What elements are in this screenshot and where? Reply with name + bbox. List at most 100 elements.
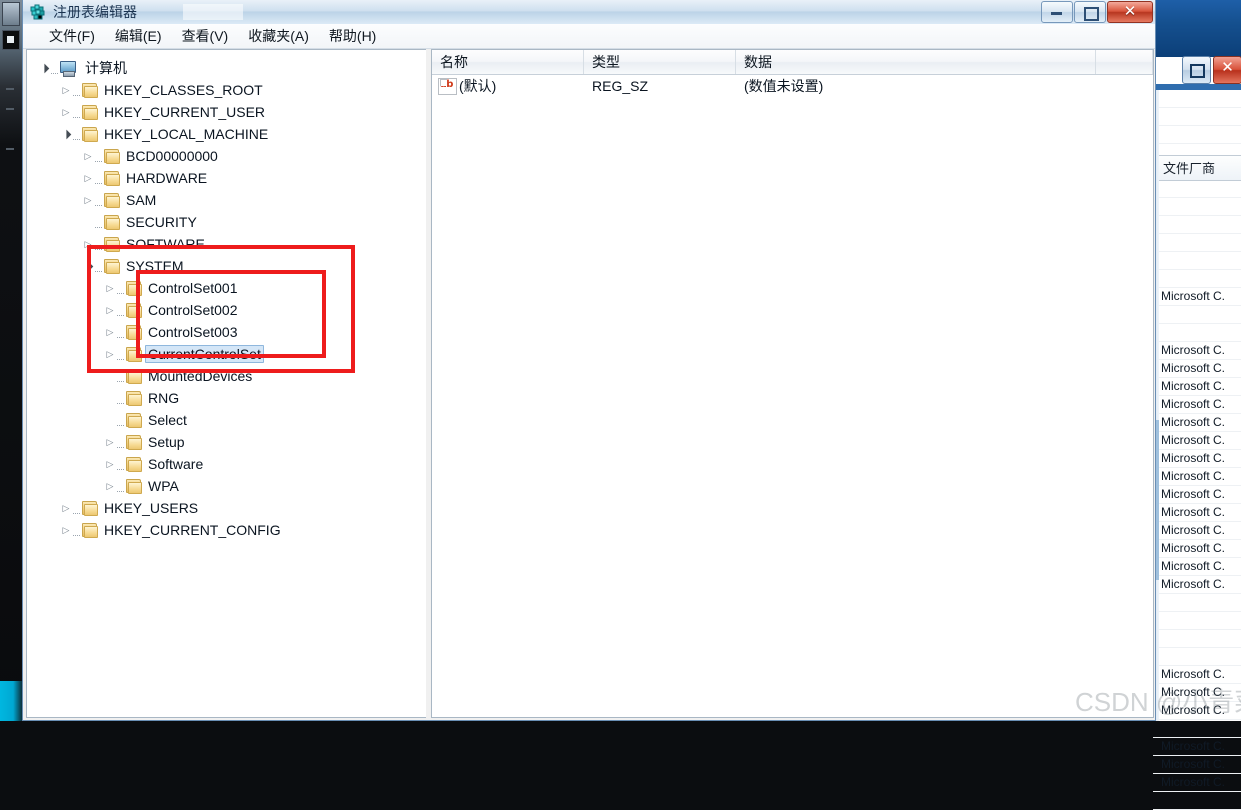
background-window-row[interactable]: Microsoft C. xyxy=(1153,450,1241,468)
menu-favorites[interactable]: 收藏夹(A) xyxy=(238,24,319,48)
tree-item-mounteddevices[interactable]: MountedDevices xyxy=(27,364,426,386)
background-window[interactable]: ✕ Microsoft C. Microsoft C. Microsoft C. M… xyxy=(1152,0,1241,810)
background-window-row[interactable] xyxy=(1153,720,1241,738)
background-window-row[interactable] xyxy=(1153,216,1241,234)
registry-tree-pane[interactable]: ◢ 计算机 ▷ HKEY_CLASSES_ROOT ▷ HKEY_CURRENT_USER… xyxy=(26,49,426,718)
listview-column-header-4[interactable] xyxy=(1096,50,1153,74)
tree-item-security[interactable]: SECURITY xyxy=(27,210,426,232)
background-window-row[interactable] xyxy=(1153,270,1241,288)
background-window-row[interactable]: Microsoft C. xyxy=(1153,522,1241,540)
tree-item-controlset002[interactable]: ▷ ControlSet002 xyxy=(27,298,426,320)
background-window-row[interactable] xyxy=(1153,108,1241,126)
menu-help[interactable]: 帮助(H) xyxy=(319,24,386,48)
background-window-row[interactable]: Microsoft C. xyxy=(1153,288,1241,306)
background-window-row[interactable]: Microsoft C. xyxy=(1153,738,1241,756)
expander-closed-icon[interactable]: ▷ xyxy=(103,321,117,343)
background-window-row[interactable]: Microsoft C. xyxy=(1153,414,1241,432)
expander-closed-icon[interactable]: ▷ xyxy=(103,343,117,365)
caption-buttons[interactable]: ✕ xyxy=(1040,1,1153,23)
background-window-close-button[interactable]: ✕ xyxy=(1213,56,1241,84)
background-window-row[interactable] xyxy=(1153,180,1241,198)
menubar[interactable]: 文件(F) 编辑(E) 查看(V) 收藏夹(A) 帮助(H) xyxy=(23,24,1155,49)
menu-file[interactable]: 文件(F) xyxy=(39,24,105,48)
tree-item-hkey-current-user[interactable]: ▷ HKEY_CURRENT_USER xyxy=(27,100,426,122)
background-window-row[interactable]: Microsoft C. xyxy=(1153,396,1241,414)
listview-column-header-2[interactable]: 类型 xyxy=(584,50,736,74)
expander-closed-icon[interactable]: ▷ xyxy=(59,497,73,519)
tree-item-hkey-local-machine[interactable]: ◢ HKEY_LOCAL_MACHINE xyxy=(27,122,426,144)
maximize-button[interactable] xyxy=(1074,1,1106,23)
tree-item-hkey-users[interactable]: ▷ HKEY_USERS xyxy=(27,496,426,518)
listview-column-header-1[interactable]: 名称 xyxy=(432,50,584,74)
background-window-row[interactable]: Microsoft C. xyxy=(1153,540,1241,558)
background-window-column-header[interactable]: 文件厂商 xyxy=(1157,155,1241,181)
background-window-row[interactable] xyxy=(1153,126,1241,144)
close-button[interactable]: ✕ xyxy=(1107,1,1153,23)
tree-item-bcd00000000[interactable]: ▷ BCD00000000 xyxy=(27,144,426,166)
tree-item-rng[interactable]: RNG xyxy=(27,386,426,408)
expander-closed-icon[interactable]: ▷ xyxy=(81,167,95,189)
tree-item-controlset003[interactable]: ▷ ControlSet003 xyxy=(27,320,426,342)
background-window-row[interactable] xyxy=(1153,594,1241,612)
expander-closed-icon[interactable]: ▷ xyxy=(59,101,73,123)
background-window-row[interactable]: Microsoft C. xyxy=(1153,774,1241,792)
tree-item-wpa[interactable]: ▷ WPA xyxy=(27,474,426,496)
background-window-row[interactable] xyxy=(1153,198,1241,216)
background-window-row[interactable]: Microsoft C. xyxy=(1153,576,1241,594)
background-window-row[interactable] xyxy=(1153,234,1241,252)
tree-item-hardware[interactable]: ▷ HARDWARE xyxy=(27,166,426,188)
listview-header[interactable]: 名称 类型 数据 xyxy=(432,50,1153,75)
background-window-row[interactable] xyxy=(1153,324,1241,342)
expander-closed-icon[interactable]: ▷ xyxy=(103,299,117,321)
background-window-titlebar[interactable] xyxy=(1153,0,1241,57)
tree-item-select[interactable]: Select xyxy=(27,408,426,430)
background-window-row[interactable]: Microsoft C. xyxy=(1153,504,1241,522)
minimize-button[interactable] xyxy=(1041,1,1073,23)
background-window-row[interactable]: Microsoft C. xyxy=(1153,486,1241,504)
tree-item--[interactable]: ◢ 计算机 xyxy=(27,56,426,78)
background-window-row[interactable] xyxy=(1153,630,1241,648)
expander-closed-icon[interactable]: ▷ xyxy=(103,453,117,475)
menu-edit[interactable]: 编辑(E) xyxy=(105,24,172,48)
expander-closed-icon[interactable]: ▷ xyxy=(103,475,117,497)
background-window-row[interactable] xyxy=(1153,90,1241,108)
tree-item-software[interactable]: ▷ SOFTWARE xyxy=(27,232,426,254)
background-window-row[interactable]: Microsoft C. xyxy=(1153,378,1241,396)
listview-column-header-3[interactable]: 数据 xyxy=(736,50,1096,74)
menu-view[interactable]: 查看(V) xyxy=(172,24,239,48)
desktop-icon-app[interactable] xyxy=(2,30,20,50)
tree-item-setup[interactable]: ▷ Setup xyxy=(27,430,426,452)
expander-closed-icon[interactable]: ▷ xyxy=(59,79,73,101)
expander-closed-icon[interactable]: ▷ xyxy=(103,277,117,299)
tree-item-currentcontrolset[interactable]: ▷ CurrentControlSet xyxy=(27,342,426,364)
background-window-row[interactable] xyxy=(1153,648,1241,666)
background-window-maximize-button[interactable] xyxy=(1182,56,1211,84)
background-window-row[interactable]: Microsoft C. xyxy=(1153,468,1241,486)
tree-item-hkey-classes-root[interactable]: ▷ HKEY_CLASSES_ROOT xyxy=(27,78,426,100)
expander-closed-icon[interactable]: ▷ xyxy=(81,189,95,211)
background-window-row[interactable]: Microsoft C. xyxy=(1153,342,1241,360)
tree-item-sam[interactable]: ▷ SAM xyxy=(27,188,426,210)
background-window-caption-buttons[interactable]: ✕ xyxy=(1180,56,1241,84)
registry-editor-window[interactable]: 注册表编辑器 ✕ 文件(F) 编辑(E) 查看(V) 收藏夹(A) 帮助(H) … xyxy=(22,0,1156,721)
background-window-row[interactable]: Microsoft C. xyxy=(1153,432,1241,450)
registry-tree[interactable]: ◢ 计算机 ▷ HKEY_CLASSES_ROOT ▷ HKEY_CURRENT_USER… xyxy=(27,56,426,540)
expander-closed-icon[interactable]: ▷ xyxy=(103,431,117,453)
background-window-row[interactable] xyxy=(1153,252,1241,270)
background-window-row[interactable]: Microsoft C. xyxy=(1153,756,1241,774)
titlebar[interactable]: 注册表编辑器 ✕ xyxy=(23,0,1155,25)
tree-item-hkey-current-config[interactable]: ▷ HKEY_CURRENT_CONFIG xyxy=(27,518,426,540)
desktop-icon-photo[interactable] xyxy=(2,2,20,26)
background-window-row[interactable]: Microsoft C. xyxy=(1153,558,1241,576)
tree-item-system[interactable]: ◢ SYSTEM xyxy=(27,254,426,276)
background-window-row[interactable] xyxy=(1153,306,1241,324)
expander-closed-icon[interactable]: ▷ xyxy=(59,519,73,541)
expander-closed-icon[interactable]: ▷ xyxy=(81,145,95,167)
listview-body[interactable]: ab(默认) REG_SZ (数值未设置) xyxy=(432,75,1153,97)
background-window-row[interactable] xyxy=(1153,792,1241,810)
registry-values-pane[interactable]: 名称类型数据 ab(默认) REG_SZ (数值未设置) xyxy=(431,49,1154,718)
expander-closed-icon[interactable]: ▷ xyxy=(81,233,95,255)
tree-item-controlset001[interactable]: ▷ ControlSet001 xyxy=(27,276,426,298)
background-window-row[interactable] xyxy=(1153,612,1241,630)
listview-row[interactable]: ab(默认) REG_SZ (数值未设置) xyxy=(432,75,1153,97)
